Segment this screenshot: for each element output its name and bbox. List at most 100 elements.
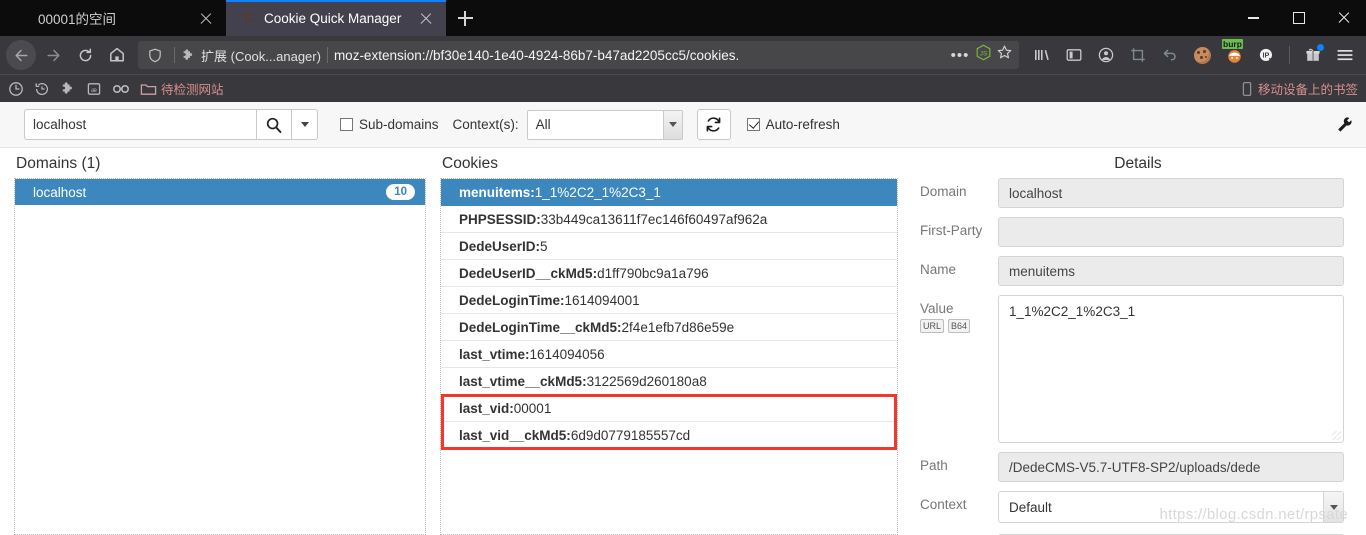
domain-field-value[interactable]: localhost: [998, 178, 1344, 209]
details-row-name: Name menuitems: [910, 256, 1344, 287]
reload-icon[interactable]: [70, 40, 100, 70]
bookmark-history-item[interactable]: [34, 81, 50, 97]
cookie-value: 1614094056: [529, 346, 605, 362]
cookie-row[interactable]: DedeUserID__ckMd5: d1ff790bc9a1a796: [441, 260, 897, 288]
cookie-row[interactable]: PHPSESSID: 33b449ca13611f7ec146f60497af96…: [441, 206, 897, 234]
bookmark-folder-item[interactable]: 待检测网站: [140, 79, 224, 98]
notification-badge: [1317, 44, 1324, 51]
context-field-select[interactable]: Default: [998, 491, 1344, 524]
autorefresh-checkbox[interactable]: [746, 118, 760, 132]
minimize-window-button[interactable]: [1231, 0, 1276, 36]
browser-tab-active[interactable]: Cookie Quick Manager: [226, 0, 446, 36]
svg-text:JS: JS: [980, 50, 988, 57]
bookmark-reader-item[interactable]: æ: [86, 81, 102, 97]
domain-row-localhost[interactable]: localhost 10: [15, 179, 425, 206]
value-field-label: Value URL B64: [910, 295, 988, 334]
puzzle-icon: [60, 81, 76, 97]
bookmark-glasses-item[interactable]: [112, 83, 130, 95]
subdomains-checkbox[interactable]: [340, 118, 353, 132]
cookie-icon[interactable]: [1187, 40, 1217, 70]
domains-list[interactable]: localhost 10: [14, 178, 426, 535]
divider: [1289, 46, 1290, 64]
chevron-down-icon[interactable]: [662, 110, 682, 139]
url-bar[interactable]: 扩展 (Cook...anager) moz-extension://bf30e…: [138, 41, 1019, 69]
ip-icon[interactable]: IP: [1251, 40, 1281, 70]
burp-icon[interactable]: burp: [1219, 39, 1249, 70]
shield-icon[interactable]: [142, 48, 168, 63]
cookie-row[interactable]: DedeLoginTime: 1614094001: [441, 287, 897, 315]
cookie-value: 33b449ca13611f7ec146f60497af962a: [540, 211, 768, 227]
close-icon[interactable]: [416, 8, 436, 28]
cookies-list[interactable]: menuitems: 1_1%2C2_1%2C3_1 PHPSESSID: 33b44…: [440, 178, 898, 535]
refresh-button[interactable]: [696, 109, 731, 141]
browser-tab-inactive[interactable]: 00001的空间: [0, 0, 226, 36]
subdomains-checkbox-wrap[interactable]: Sub-domains: [340, 117, 439, 132]
forward-arrow-icon[interactable]: [38, 40, 68, 70]
close-icon[interactable]: [196, 8, 216, 28]
reader-icon: æ: [86, 81, 102, 97]
firstparty-field-value[interactable]: [998, 217, 1344, 248]
gift-icon[interactable]: [1298, 40, 1328, 70]
cookie-row[interactable]: last_vtime: 1614094056: [441, 341, 897, 369]
extension-chip[interactable]: 扩展 (Cook...anager): [181, 46, 321, 65]
autorefresh-checkbox-wrap[interactable]: Auto-refresh: [746, 117, 840, 132]
wrench-icon: [1338, 117, 1352, 132]
js-indicator-icon[interactable]: JS: [975, 44, 992, 66]
details-header: Details: [1114, 155, 1162, 173]
url-text[interactable]: moz-extension://bf30e140-1e40-4924-86b7-…: [334, 48, 949, 63]
account-icon[interactable]: [1091, 40, 1121, 70]
cookie-row[interactable]: DedeLoginTime__ckMd5: 2f4e1efb7d86e59e: [441, 314, 897, 342]
details-form: Domain localhost First-Party Name menuit…: [910, 178, 1366, 535]
cookies-header: Cookies: [442, 155, 498, 173]
cookie-value: d1ff790bc9a1a796: [597, 265, 709, 281]
cookie-row[interactable]: last_vtime__ckMd5: 3122569d260180a8: [441, 368, 897, 396]
extension-chip-label: 扩展 (Cook...anager): [201, 48, 321, 64]
browser-tab-bar: 00001的空间 Cookie Quick Manager: [0, 0, 1366, 36]
refresh-icon: [706, 117, 721, 132]
search-button[interactable]: [256, 109, 292, 141]
cookie-row[interactable]: menuitems: 1_1%2C2_1%2C3_1: [441, 179, 897, 207]
star-icon[interactable]: [996, 44, 1013, 66]
bookmark-clock-item[interactable]: [8, 81, 24, 97]
home-icon[interactable]: [102, 40, 132, 70]
domain-cookie-count: 10: [386, 184, 415, 201]
page-actions-button[interactable]: •••: [949, 47, 971, 64]
url-encode-button[interactable]: URL: [920, 319, 945, 334]
mobile-icon: [1241, 81, 1253, 97]
cookies-panel: Cookies menuitems: 1_1%2C2_1%2C3_1 PHPSESS…: [440, 148, 910, 535]
bookmark-mobile-item[interactable]: 移动设备上的书签: [1241, 79, 1358, 98]
resize-handle[interactable]: [1332, 431, 1341, 441]
base64-encode-button[interactable]: B64: [948, 319, 971, 334]
menu-icon[interactable]: [1330, 40, 1360, 70]
maximize-window-button[interactable]: [1276, 0, 1321, 36]
cookie-row[interactable]: last_vid: 00001: [441, 395, 897, 423]
svg-text:æ: æ: [91, 87, 97, 94]
value-field-textarea[interactable]: 1_1%2C2_1%2C3_1: [998, 295, 1344, 444]
crop-icon[interactable]: [1123, 40, 1153, 70]
cookie-row[interactable]: last_vid__ckMd5: 6d9d0779185557cd: [441, 422, 897, 450]
cookie-icon: [240, 10, 256, 26]
name-field-value[interactable]: menuitems: [998, 256, 1344, 287]
search-input[interactable]: [24, 109, 256, 141]
folder-icon: [140, 82, 157, 96]
search-options-button[interactable]: [292, 109, 318, 141]
close-window-button[interactable]: [1321, 0, 1366, 36]
context-select[interactable]: All: [526, 109, 683, 140]
cookie-row[interactable]: DedeUserID: 5: [441, 233, 897, 261]
domain-field-label: Domain: [920, 184, 967, 200]
value-encoding-buttons: URL B64: [920, 319, 988, 334]
sidebar-icon[interactable]: [1059, 40, 1089, 70]
library-icon[interactable]: [1027, 40, 1057, 70]
undo-icon[interactable]: [1155, 40, 1185, 70]
cookie-value: 2f4e1efb7d86e59e: [621, 319, 735, 335]
subdomains-label: Sub-domains: [359, 117, 439, 133]
cookie-name: DedeLoginTime__ckMd5:: [459, 319, 622, 335]
back-arrow-icon[interactable]: [6, 40, 36, 70]
settings-button[interactable]: [1336, 116, 1354, 134]
new-tab-button[interactable]: [446, 0, 484, 36]
details-row-value: Value URL B64 1_1%2C2_1%2C3_1: [910, 295, 1344, 444]
cookie-value: 5: [540, 238, 548, 254]
chevron-down-icon[interactable]: [1323, 492, 1343, 523]
path-field-value[interactable]: /DedeCMS-V5.7-UTF8-SP2/uploads/dede: [998, 452, 1344, 483]
bookmark-addons-item[interactable]: [60, 81, 76, 97]
